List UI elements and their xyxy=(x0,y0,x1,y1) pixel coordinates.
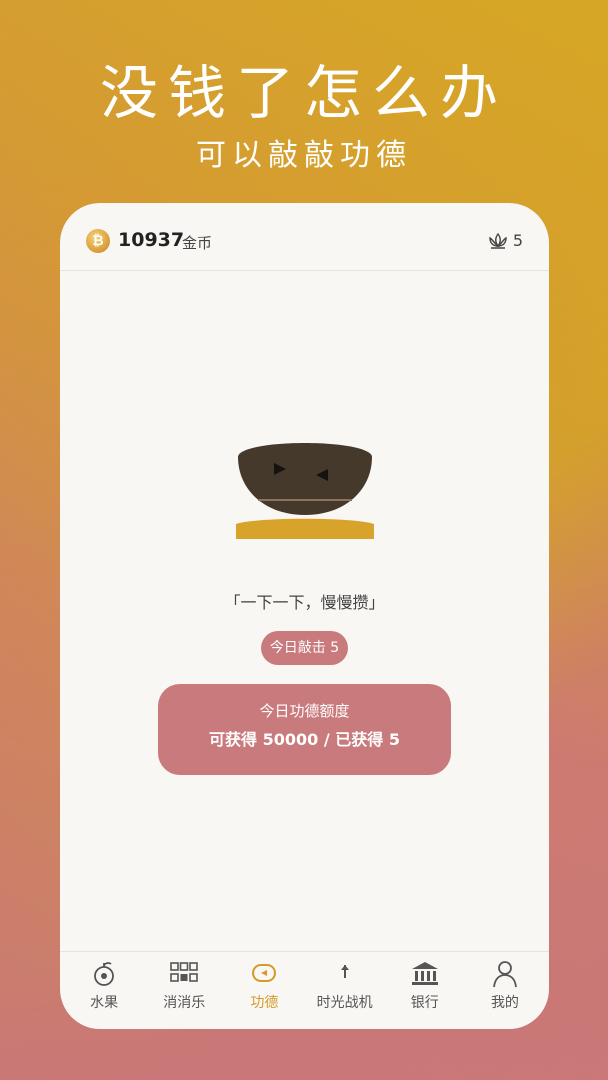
person-icon xyxy=(493,961,517,988)
top-bar: ₿ 10937 金币 5 xyxy=(60,203,549,271)
promo-subline: 可以敲敲功德 xyxy=(196,138,412,173)
tab-label: 时光战机 xyxy=(316,995,373,1011)
tab-profile[interactable]: 我的 xyxy=(465,952,545,1029)
bank-icon xyxy=(411,962,438,985)
plane-icon xyxy=(340,965,349,978)
coin-icon: ₿ xyxy=(86,229,110,253)
tab-label: 水果 xyxy=(90,995,119,1011)
coin-amount: 10937 xyxy=(118,229,185,251)
grid-icon xyxy=(170,962,199,982)
quota-title: 今日功德额度 xyxy=(259,702,350,720)
tab-label: 功德 xyxy=(250,995,279,1011)
tab-time-fighter[interactable]: 时光战机 xyxy=(305,952,385,1029)
lotus-icon xyxy=(489,232,507,249)
merit-quota-card: 今日功德额度 可获得 50000 / 已获得 5 xyxy=(158,684,451,775)
tab-label: 银行 xyxy=(410,995,439,1011)
bottom-tab-bar: 水果 消消乐 功德 时光战机 银行 我的 xyxy=(60,951,549,1029)
merit-count: 5 xyxy=(512,231,523,250)
fruit-icon xyxy=(94,962,114,986)
promo-headline: 没钱了怎么办 xyxy=(99,59,508,127)
wooden-fish-icon xyxy=(252,964,277,982)
phone-screen: ₿ 10937 金币 5 「一下一下，慢慢攒」 今日敲击 5 今日功德额度 可获… xyxy=(60,203,549,1029)
today-taps-badge: 今日敲击 5 xyxy=(261,631,348,665)
wooden-fish-icon[interactable] xyxy=(236,443,374,539)
tab-label: 我的 xyxy=(490,995,519,1011)
quota-value: 可获得 50000 / 已获得 5 xyxy=(209,730,400,749)
tab-match[interactable]: 消消乐 xyxy=(144,952,224,1029)
tab-bank[interactable]: 银行 xyxy=(385,952,465,1029)
coin-unit: 金币 xyxy=(182,234,213,252)
tab-fruit[interactable]: 水果 xyxy=(64,952,144,1029)
tab-label: 消消乐 xyxy=(163,995,206,1011)
tab-merit[interactable]: 功德 xyxy=(224,952,304,1029)
motto-text: 「一下一下，慢慢攒」 xyxy=(224,593,385,612)
